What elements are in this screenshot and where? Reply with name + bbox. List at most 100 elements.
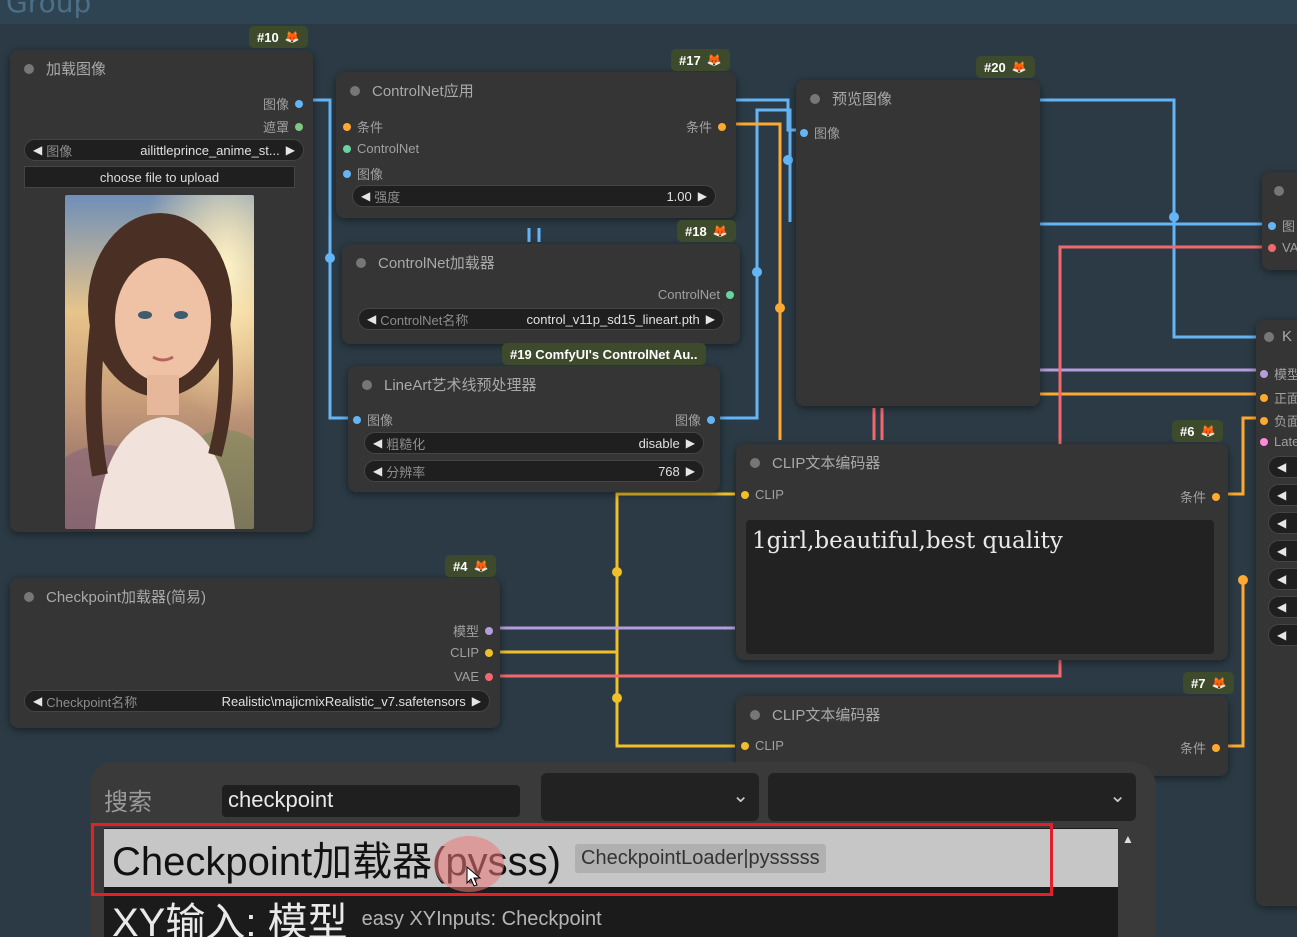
node-load-image[interactable]: 加载图像 图像 遮罩 ◀ 图像 ailittleprince_anime_st.… bbox=[10, 50, 313, 532]
output-image[interactable]: 图像 bbox=[675, 410, 715, 429]
output-mask[interactable]: 遮罩 bbox=[263, 117, 303, 136]
input-image[interactable]: 图像 bbox=[343, 164, 383, 183]
node-collapse-dot[interactable] bbox=[750, 457, 760, 468]
node-preview-image[interactable]: 预览图像 图像 bbox=[796, 80, 1040, 406]
node-badge-7: #7 🦊 bbox=[1183, 672, 1235, 694]
search-result-item[interactable]: XY输入: 模型 easy XYInputs: Checkpoint bbox=[104, 890, 1118, 937]
partial-widget-2[interactable]: ◀ bbox=[1268, 484, 1297, 506]
filter-select-output[interactable]: ⌄ bbox=[768, 773, 1136, 821]
node-badge-10: #10 🦊 bbox=[249, 26, 308, 48]
node-collapse-dot[interactable] bbox=[1264, 331, 1274, 342]
image-select-widget[interactable]: ◀ 图像 ailittleprince_anime_st... ▶ bbox=[24, 139, 304, 161]
node-badge-17: #17 🦊 bbox=[671, 49, 730, 71]
node-badge-20: #20 🦊 bbox=[976, 56, 1035, 78]
arrow-left-icon[interactable]: ◀ bbox=[1277, 544, 1286, 558]
output-clip[interactable]: CLIP bbox=[450, 645, 493, 660]
node-partial-right-a[interactable]: 图 VA bbox=[1262, 172, 1297, 270]
search-input[interactable]: checkpoint bbox=[222, 785, 520, 817]
node-badge-18: #18 🦊 bbox=[677, 220, 736, 242]
output-vae[interactable]: VAE bbox=[454, 669, 493, 684]
arrow-left-icon[interactable]: ◀ bbox=[373, 464, 382, 478]
node-title: ControlNet加载器 bbox=[378, 255, 495, 272]
output-controlnet[interactable]: ControlNet bbox=[658, 287, 734, 302]
partial-widget-4[interactable]: ◀ bbox=[1268, 540, 1297, 562]
input-image[interactable]: 图像 bbox=[800, 123, 840, 142]
node-collapse-dot[interactable] bbox=[350, 85, 360, 96]
node-collapse-dot[interactable] bbox=[24, 63, 34, 74]
arrow-right-icon[interactable]: ▶ bbox=[706, 312, 715, 326]
node-controlnet-apply[interactable]: ControlNet应用 条件 ControlNet 图像 条件 ◀ 强度 1.… bbox=[336, 72, 736, 218]
checkpoint-name-widget[interactable]: ◀ Checkpoint名称 Realistic\majicmixRealist… bbox=[24, 690, 490, 712]
upload-button[interactable]: choose file to upload bbox=[24, 166, 295, 188]
prompt-textarea[interactable]: 1girl,beautiful,best quality bbox=[746, 520, 1214, 654]
arrow-right-icon[interactable]: ▶ bbox=[686, 464, 695, 478]
filter-select-input[interactable]: ⌄ bbox=[541, 773, 759, 821]
node-partial-right-k[interactable]: K 模型 正面 负面 Late ◀ ◀ ◀ ◀ ◀ ◀ ◀ bbox=[1256, 320, 1297, 906]
node-collapse-dot[interactable] bbox=[810, 93, 820, 104]
chevron-down-icon: ⌄ bbox=[1109, 785, 1126, 807]
node-clip-positive[interactable]: CLIP文本编码器 CLIP 条件 1girl,beautiful,best q… bbox=[736, 444, 1228, 660]
output-conditioning[interactable]: 条件 bbox=[1180, 738, 1220, 757]
node-collapse-dot[interactable] bbox=[356, 257, 366, 268]
node-badge-19: #19 ComfyUI's ControlNet Au.. bbox=[502, 343, 706, 365]
arrow-left-icon[interactable]: ◀ bbox=[1277, 628, 1286, 642]
portrait-image bbox=[65, 195, 254, 529]
input-clip[interactable]: CLIP bbox=[741, 487, 784, 502]
arrow-left-icon[interactable]: ◀ bbox=[33, 143, 42, 157]
node-title: 加载图像 bbox=[46, 61, 107, 78]
input-image[interactable]: 图 bbox=[1268, 216, 1295, 235]
arrow-left-icon[interactable]: ◀ bbox=[1277, 600, 1286, 614]
output-image[interactable]: 图像 bbox=[263, 94, 303, 113]
arrow-left-icon[interactable]: ◀ bbox=[1277, 460, 1286, 474]
partial-widget-1[interactable]: ◀ bbox=[1268, 456, 1297, 478]
input-positive[interactable]: 正面 bbox=[1260, 388, 1297, 407]
highlight-box bbox=[91, 823, 1053, 896]
arrow-right-icon[interactable]: ▶ bbox=[286, 143, 295, 157]
node-lineart[interactable]: LineArt艺术线预处理器 图像 图像 ◀ 粗糙化 disable ▶ ◀ 分… bbox=[348, 366, 720, 492]
input-vae[interactable]: VA bbox=[1268, 240, 1297, 255]
resolution-widget[interactable]: ◀ 分辨率 768 ▶ bbox=[364, 460, 704, 482]
arrow-left-icon[interactable]: ◀ bbox=[1277, 516, 1286, 530]
arrow-left-icon[interactable]: ◀ bbox=[1277, 488, 1286, 502]
scroll-up-icon[interactable]: ▲ bbox=[1122, 832, 1134, 846]
wire-image-right bbox=[1040, 98, 1265, 339]
node-controlnet-loader[interactable]: ControlNet加载器 ControlNet ◀ ControlNet名称 … bbox=[342, 244, 740, 344]
partial-widget-7[interactable]: ◀ bbox=[1268, 624, 1297, 646]
coarse-widget[interactable]: ◀ 粗糙化 disable ▶ bbox=[364, 432, 704, 454]
output-conditioning[interactable]: 条件 bbox=[1180, 487, 1220, 506]
arrow-left-icon[interactable]: ◀ bbox=[1277, 572, 1286, 586]
node-title: Checkpoint加载器(简易) bbox=[46, 589, 207, 606]
node-collapse-dot[interactable] bbox=[24, 591, 34, 602]
input-controlnet[interactable]: ControlNet bbox=[343, 141, 419, 156]
input-negative[interactable]: 负面 bbox=[1260, 411, 1297, 430]
partial-widget-3[interactable]: ◀ bbox=[1268, 512, 1297, 534]
search-label: 搜索 bbox=[104, 789, 152, 816]
partial-widget-6[interactable]: ◀ bbox=[1268, 596, 1297, 618]
arrow-right-icon[interactable]: ▶ bbox=[698, 189, 707, 203]
node-checkpoint-loader[interactable]: Checkpoint加载器(简易) 模型 CLIP VAE ◀ Checkpoi… bbox=[10, 578, 500, 728]
chevron-down-icon: ⌄ bbox=[732, 785, 749, 807]
input-image[interactable]: 图像 bbox=[353, 410, 393, 429]
input-conditioning[interactable]: 条件 bbox=[343, 117, 383, 136]
node-collapse-dot[interactable] bbox=[1274, 186, 1284, 196]
arrow-right-icon[interactable]: ▶ bbox=[686, 436, 695, 450]
node-collapse-dot[interactable] bbox=[750, 709, 760, 720]
arrow-left-icon[interactable]: ◀ bbox=[367, 312, 376, 326]
output-conditioning[interactable]: 条件 bbox=[686, 117, 726, 136]
input-model[interactable]: 模型 bbox=[1260, 364, 1297, 383]
arrow-left-icon[interactable]: ◀ bbox=[361, 189, 370, 203]
input-latent[interactable]: Late bbox=[1260, 434, 1297, 449]
node-title: CLIP文本编码器 bbox=[772, 707, 881, 724]
node-collapse-dot[interactable] bbox=[362, 379, 372, 390]
arrow-right-icon[interactable]: ▶ bbox=[472, 694, 481, 708]
strength-widget[interactable]: ◀ 强度 1.00 ▶ bbox=[352, 185, 716, 207]
output-model[interactable]: 模型 bbox=[453, 621, 493, 640]
image-preview bbox=[65, 195, 254, 529]
input-clip[interactable]: CLIP bbox=[741, 738, 784, 753]
arrow-left-icon[interactable]: ◀ bbox=[373, 436, 382, 450]
wire-clip-neg bbox=[615, 652, 735, 748]
controlnet-name-widget[interactable]: ◀ ControlNet名称 control_v11p_sd15_lineart… bbox=[358, 308, 724, 330]
partial-widget-5[interactable]: ◀ bbox=[1268, 568, 1297, 590]
arrow-left-icon[interactable]: ◀ bbox=[33, 694, 42, 708]
node-title: 预览图像 bbox=[832, 91, 893, 108]
